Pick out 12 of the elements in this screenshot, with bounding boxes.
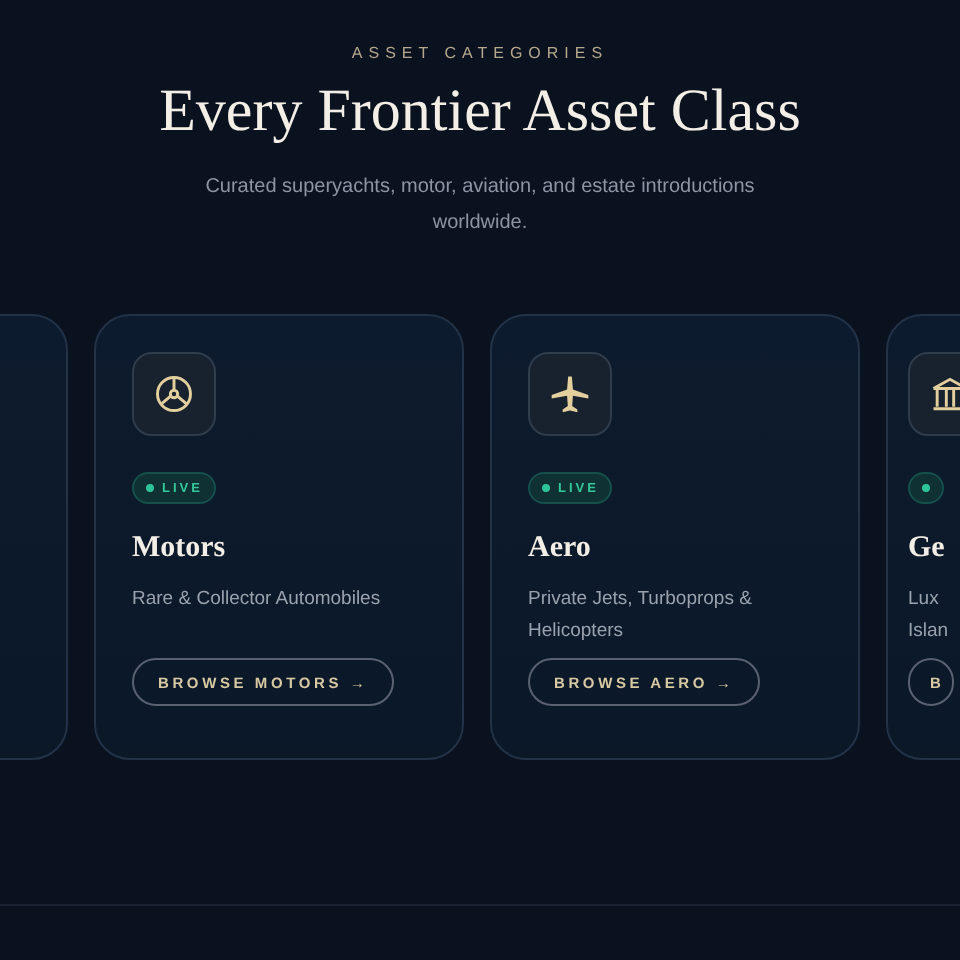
- section-eyebrow: ASSET CATEGORIES: [351, 44, 609, 62]
- card-description: Lux Islan: [908, 586, 949, 645]
- columns-icon: [928, 372, 960, 416]
- card-title: Aero: [528, 532, 591, 566]
- section-title: Every Frontier Asset Class: [159, 78, 801, 146]
- card-description: Private Jets, Turboprops & Helicopters: [528, 586, 752, 645]
- card-title: Motors: [132, 532, 226, 566]
- steering-wheel-icon: [152, 372, 196, 416]
- section-subtitle: Curated superyachts, motor, aviation, and estate introductions worldwide.: [203, 174, 757, 238]
- card-title: Ge: [908, 532, 945, 566]
- airplane-icon: [548, 372, 592, 416]
- card-description: Rare & Collector Automobiles: [132, 586, 381, 614]
